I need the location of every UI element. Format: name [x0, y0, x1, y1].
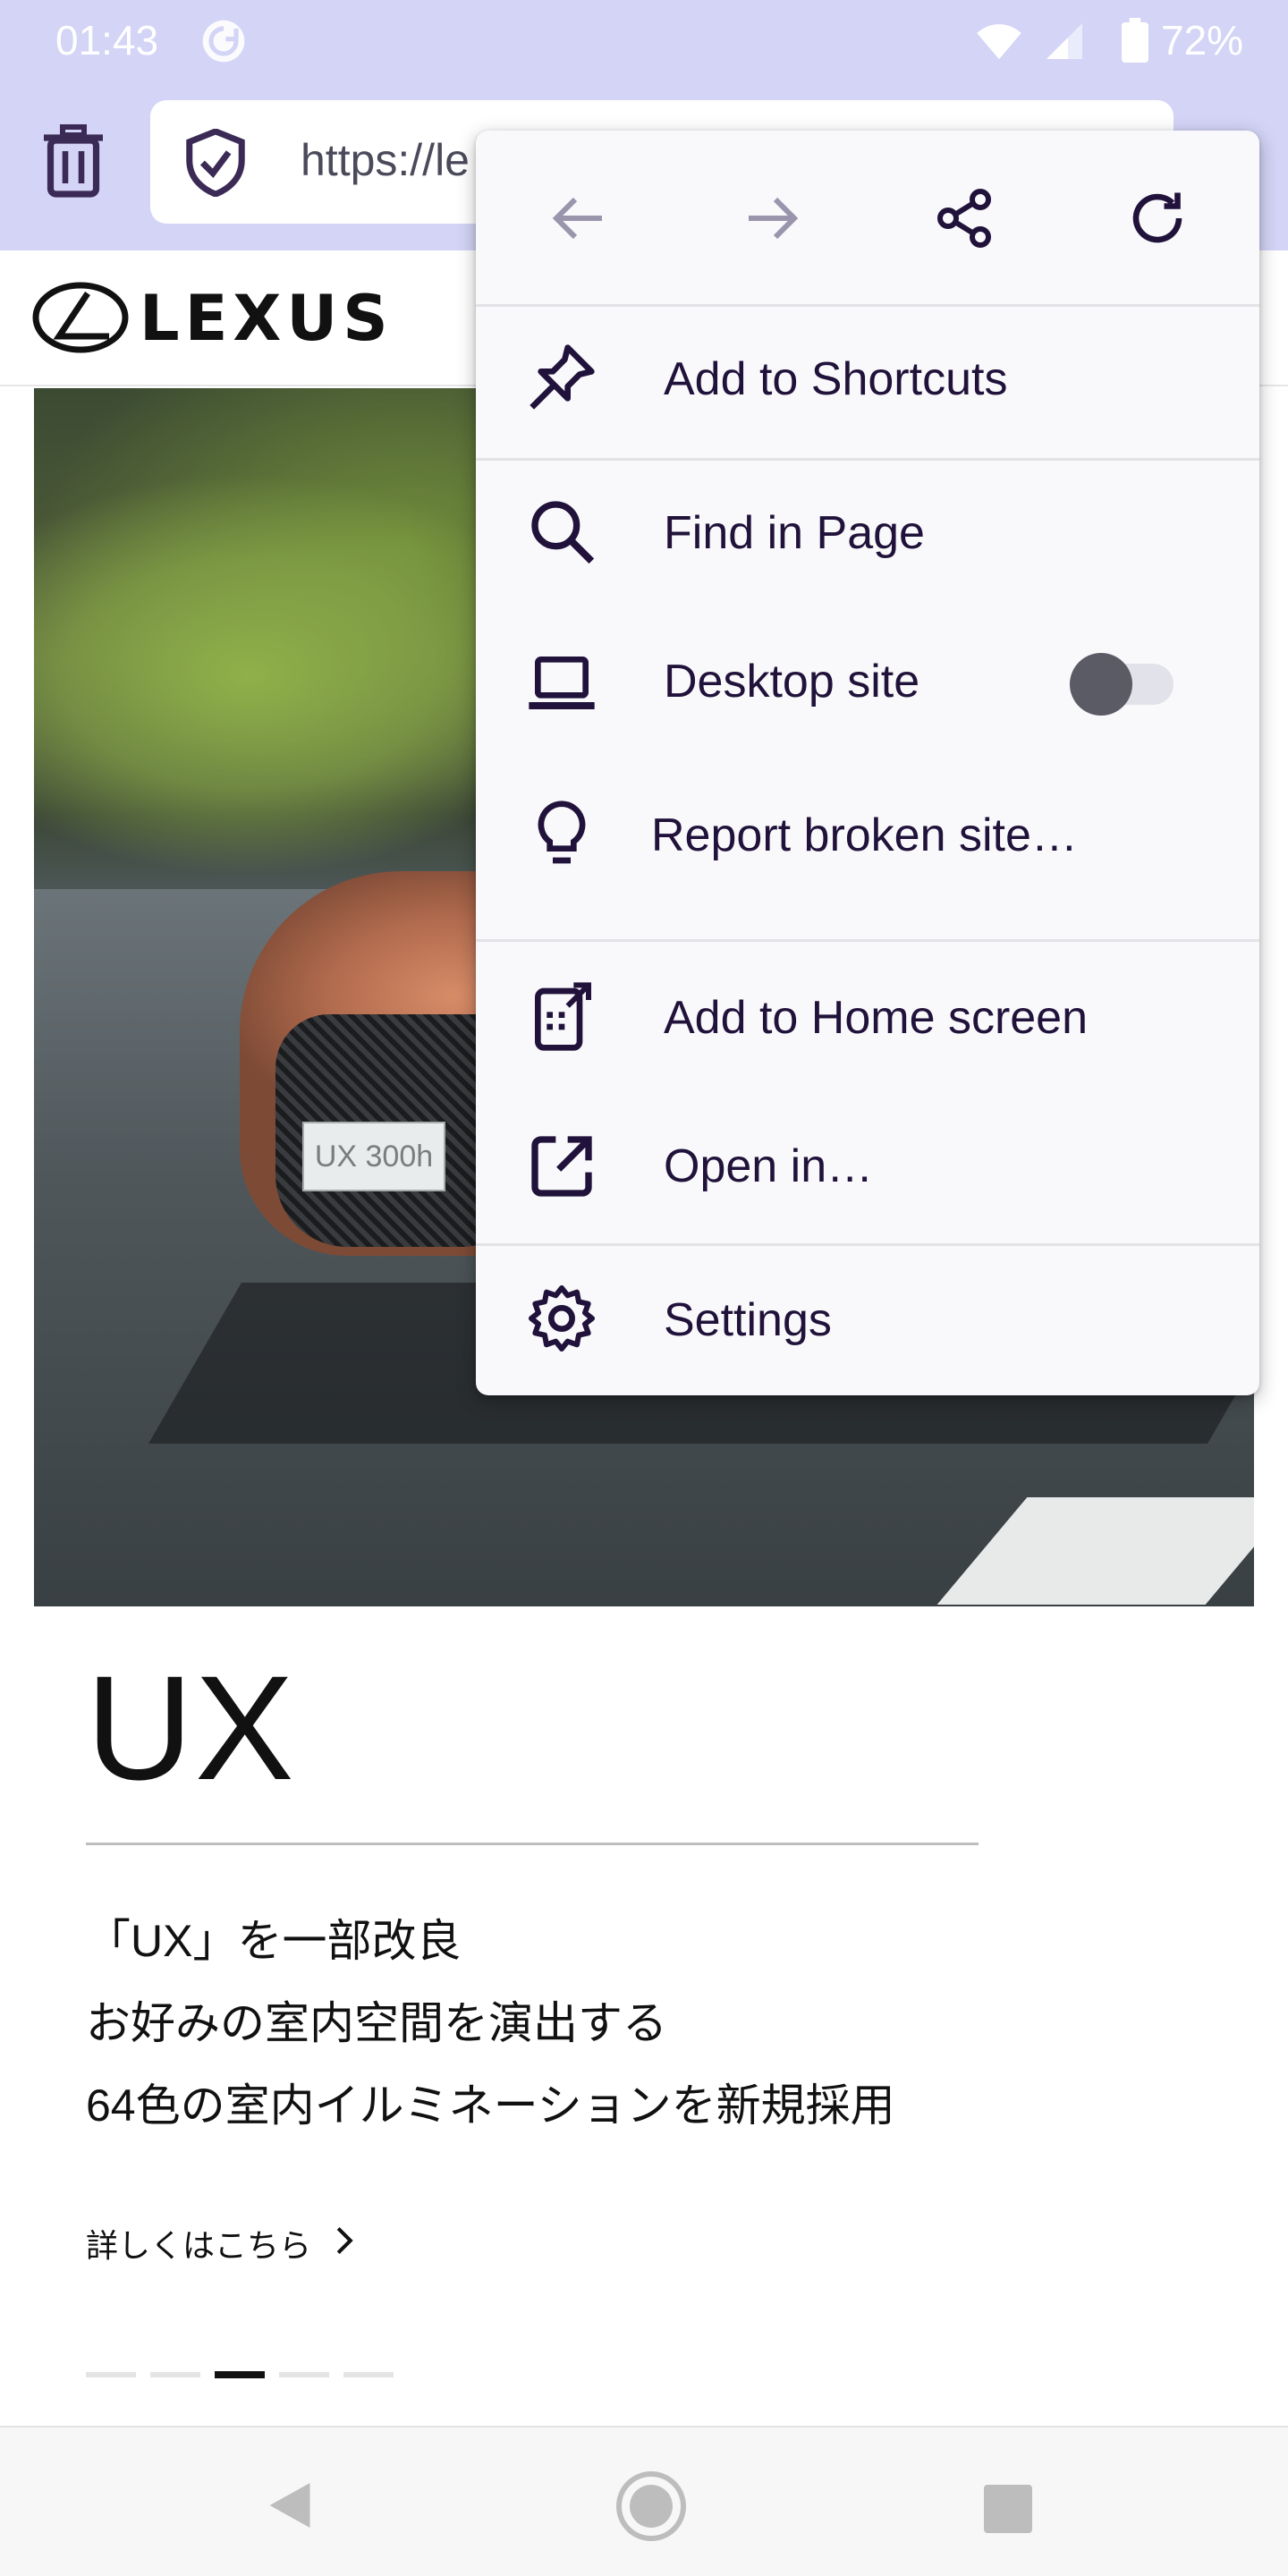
battery-icon	[1122, 18, 1148, 63]
forward-arrow-icon[interactable]	[739, 186, 807, 250]
carousel-dot[interactable]	[86, 2372, 136, 2377]
menu-item-settings[interactable]: Settings	[476, 1245, 1259, 1388]
chevron-right-icon[interactable]	[335, 2225, 354, 2256]
menu-item-open-in[interactable]: Open in…	[476, 1089, 1259, 1233]
trash-icon[interactable]	[41, 123, 106, 200]
menu-item-find-in-page[interactable]: Find in Page	[476, 462, 1259, 605]
carousel-dot[interactable]	[150, 2372, 200, 2377]
back-arrow-icon[interactable]	[544, 186, 612, 250]
shield-icon[interactable]	[182, 129, 249, 197]
menu-item-desktop-site[interactable]: Desktop site	[476, 610, 1259, 753]
carousel-indicator	[86, 2371, 444, 2379]
description-line: 64色の室内イルミネーションを新規採用	[86, 2080, 895, 2131]
signal-icon	[1046, 23, 1082, 59]
title-divider	[86, 1843, 979, 1845]
description-line: お好みの室内空間を演出する	[86, 1998, 667, 2048]
back-triangle-icon[interactable]	[263, 2478, 317, 2533]
menu-item-label: Add to Shortcuts	[664, 353, 1008, 405]
menu-nav-row	[476, 131, 1259, 306]
add-to-home-icon	[535, 982, 591, 1051]
home-circle-icon[interactable]	[615, 2470, 687, 2542]
description-line: 「UX」を一部改良	[86, 1916, 462, 1966]
system-nav-bar	[0, 2426, 1288, 2576]
menu-item-add-to-home-screen[interactable]: Add to Home screen	[476, 941, 1259, 1084]
brand-wordmark: LEXUS	[140, 282, 394, 354]
status-time: 01:43	[55, 17, 159, 64]
carousel-dot[interactable]	[279, 2372, 329, 2377]
open-external-icon	[531, 1136, 592, 1197]
menu-item-add-to-shortcuts[interactable]: Add to Shortcuts	[476, 306, 1259, 449]
recents-square-icon[interactable]	[984, 2485, 1032, 2533]
menu-item-label: Report broken site…	[651, 809, 1078, 861]
lightbulb-icon	[538, 801, 586, 864]
menu-divider	[476, 458, 1259, 461]
model-title: UX	[86, 1646, 296, 1811]
battery-percentage: 72%	[1161, 17, 1244, 64]
pin-icon	[530, 344, 595, 410]
menu-item-label: Settings	[664, 1294, 832, 1346]
carousel-dot-active[interactable]	[215, 2371, 265, 2378]
menu-item-label: Add to Home screen	[664, 992, 1089, 1044]
more-details-link[interactable]: 詳しくはこちら	[86, 2220, 311, 2267]
share-icon[interactable]	[930, 186, 998, 250]
gear-icon	[529, 1285, 595, 1352]
sync-icon	[202, 20, 245, 63]
carousel-dot[interactable]	[343, 2372, 394, 2377]
menu-item-report-broken-site[interactable]: Report broken site…	[476, 758, 1259, 902]
license-plate: UX 300h	[302, 1122, 445, 1191]
laptop-icon	[529, 657, 595, 709]
menu-item-label: Desktop site	[664, 656, 920, 708]
status-bar: 01:43 72%	[0, 0, 1288, 82]
menu-item-label: Find in Page	[664, 507, 925, 559]
lexus-logo[interactable]: LEXUS	[32, 281, 419, 354]
reload-icon[interactable]	[1123, 186, 1191, 250]
wifi-icon	[977, 24, 1021, 60]
search-icon	[531, 501, 595, 564]
menu-item-label: Open in…	[664, 1140, 874, 1192]
overflow-menu: Add to Shortcuts Find in Page Desktop si…	[476, 131, 1259, 1395]
desktop-site-toggle-thumb[interactable]	[1070, 653, 1132, 716]
